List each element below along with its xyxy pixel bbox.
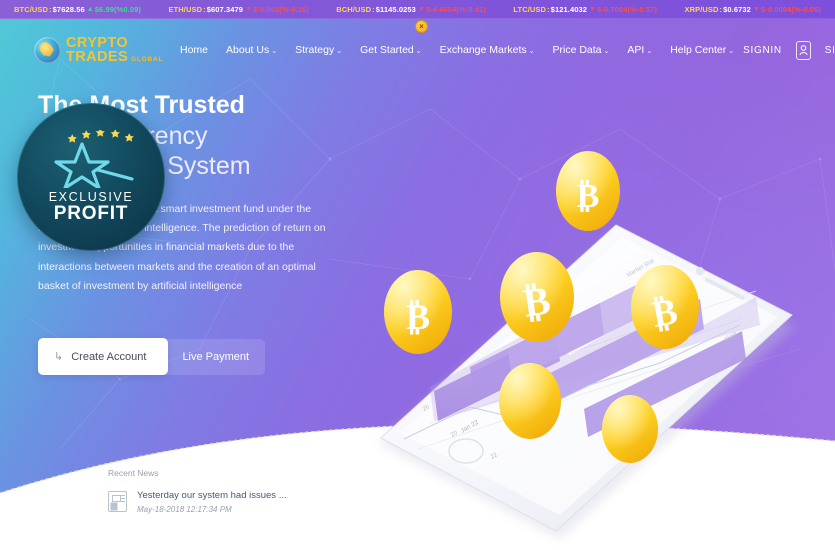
arrow-down-icon: ▼ xyxy=(245,5,253,13)
ticker-item-xrp: XRP/USD : $0.6732 ▼ $-0.0004(%-0.06) xyxy=(684,5,820,14)
arrow-down-icon: ▼ xyxy=(752,5,760,13)
arrow-down-icon: ▼ xyxy=(417,5,425,13)
nav-item-api[interactable]: API ⌄ xyxy=(618,38,661,62)
newspaper-icon xyxy=(108,491,127,512)
signup-link[interactable]: SIGNUP xyxy=(825,45,835,56)
ticker-change: $-0.962(%-0.16) xyxy=(253,4,309,14)
ticker-pair: XRP/USD xyxy=(684,4,719,14)
news-text-block: Yesterday our system had issues ... May-… xyxy=(137,490,287,514)
recent-news-label: Recent News xyxy=(108,468,159,478)
news-item[interactable]: Yesterday our system had issues ... May-… xyxy=(108,490,408,514)
ticker-separator: : xyxy=(203,4,206,14)
chevron-down-icon: ⌄ xyxy=(336,48,343,55)
nav-item-label: Strategy xyxy=(295,44,335,56)
arrow-up-icon: ▲ xyxy=(86,5,94,13)
nav-item-label: Price Data xyxy=(552,44,602,56)
ticker-price: $0.6732 xyxy=(723,4,751,14)
badge-line-profit: PROFIT xyxy=(53,202,129,224)
badge-line-exclusive: EXCLUSIVE xyxy=(48,189,134,204)
news-date: May-18-2018 12:17:34 PM xyxy=(137,505,232,514)
nav-item-get-started[interactable]: Get Started ⌄ xyxy=(351,38,431,62)
nav-item-label: Home xyxy=(180,44,209,56)
create-account-label: Create Account xyxy=(71,350,147,363)
nav-item-strategy[interactable]: Strategy ⌄ xyxy=(286,38,351,62)
auth-area: SIGNIN SIGNUP xyxy=(743,40,835,60)
main-menu: Home About Us ⌄ Strategy ⌄ Get Started ⌄ Exchan… xyxy=(171,38,743,62)
chevron-down-icon: ⌄ xyxy=(646,48,653,55)
ticker-pair: LTC/USD xyxy=(513,4,547,14)
chevron-down-icon: ⌄ xyxy=(528,48,535,55)
ticker-change: $-0.7004(%-0.57) xyxy=(597,4,658,14)
live-payment-button[interactable]: Live Payment xyxy=(160,338,266,375)
badge-text: EXCLUSIVE PROFIT xyxy=(49,190,134,225)
logo-line-trades: TRADES GLOBAL xyxy=(66,50,163,65)
arrow-turn-icon: ↳ xyxy=(54,351,64,363)
globe-icon xyxy=(34,36,61,64)
chevron-down-icon: ⌄ xyxy=(728,48,735,55)
recent-news-section: Recent News Yesterday our system had iss… xyxy=(108,468,408,514)
ticker-pair: BCH/USD xyxy=(336,4,372,14)
ticker-change: $6.99(%0.09) xyxy=(94,4,142,14)
ticker-separator: : xyxy=(49,4,52,14)
news-title[interactable]: Yesterday our system had issues ... xyxy=(137,490,287,501)
bottom-curve-decoration xyxy=(0,422,835,550)
nav-item-help-center[interactable]: Help Center ⌄ xyxy=(661,38,743,62)
signin-link[interactable]: SIGNIN xyxy=(743,45,782,56)
user-icon[interactable] xyxy=(795,40,811,60)
chevron-down-icon: ⌄ xyxy=(603,48,610,55)
ticker-separator: : xyxy=(719,4,723,14)
ticker-bar: BTC/USD : $7628.56 ▲ $6.99(%0.09) ETH/USD … xyxy=(0,0,835,19)
arrow-down-icon: ▼ xyxy=(589,5,597,13)
nav-item-label: Help Center xyxy=(670,44,727,56)
ticker-change: $-0.0004(%-0.06) xyxy=(760,4,821,14)
ticker-price: $1145.0253 xyxy=(375,4,416,14)
hero-actions: ↳ Create Account Live Payment xyxy=(38,338,266,375)
user-glyph xyxy=(799,44,808,55)
chevron-down-icon: ⌄ xyxy=(271,48,278,55)
ticker-pair: BTC/USD xyxy=(14,4,49,14)
star-badge-icon xyxy=(54,129,134,188)
nav-item-home[interactable]: Home xyxy=(171,38,217,62)
ticker-pair: ETH/USD xyxy=(168,4,203,14)
nav-item-label: About Us xyxy=(226,44,270,56)
ticker-item-eth: ETH/USD : $607.3479 ▼ $-0.962(%-0.16) xyxy=(168,5,308,14)
logo-global-word: GLOBAL xyxy=(131,56,164,63)
ticker-item-btc: BTC/USD : $7628.56 ▲ $6.99(%0.09) xyxy=(14,5,141,14)
site-logo[interactable]: CRYPTO TRADES GLOBAL xyxy=(34,35,162,65)
nav-item-label: Get Started xyxy=(360,44,414,56)
ticker-close-button[interactable]: × xyxy=(415,20,428,33)
ticker-change: $-4.6654(%-0.41) xyxy=(425,4,486,14)
logo-line-crypto: CRYPTO xyxy=(66,34,129,51)
ticker-separator: : xyxy=(547,4,550,14)
ticker-item-ltc: LTC/USD : $121.4032 ▼ $-0.7004(%-0.57) xyxy=(513,5,657,14)
logo-trades-word: TRADES xyxy=(66,49,129,65)
nav-item-about-us[interactable]: About Us ⌄ xyxy=(217,38,286,62)
logo-text: CRYPTO TRADES GLOBAL xyxy=(66,34,163,65)
nav-item-price-data[interactable]: Price Data ⌄ xyxy=(544,38,619,62)
chevron-down-icon: ⌄ xyxy=(415,48,422,55)
ticker-price: $7628.56 xyxy=(52,4,85,14)
nav-item-label: Exchange Markets xyxy=(439,44,527,56)
ticker-separator: : xyxy=(372,4,375,14)
nav-item-label: API xyxy=(627,44,645,56)
nav-item-exchange-markets[interactable]: Exchange Markets ⌄ xyxy=(431,38,544,62)
exclusive-profit-badge: EXCLUSIVE PROFIT xyxy=(17,103,165,251)
ticker-price: $607.3479 xyxy=(206,4,244,14)
ticker-price: $121.4032 xyxy=(550,4,588,14)
ticker-item-bch: BCH/USD : $1145.0253 ▼ $-4.6654(%-0.41) xyxy=(336,5,486,14)
create-account-button[interactable]: ↳ Create Account xyxy=(38,338,169,375)
